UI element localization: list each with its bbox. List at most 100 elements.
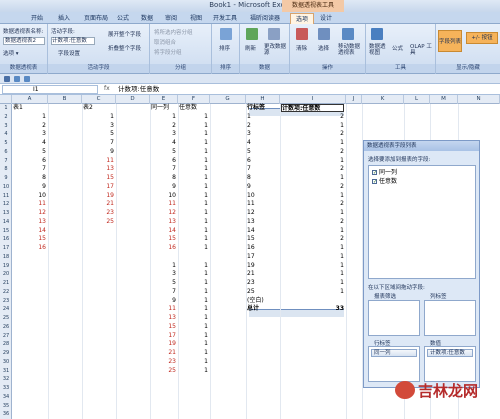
pivot-count[interactable]: 1 xyxy=(281,270,344,278)
row-header[interactable]: 36 xyxy=(0,410,12,418)
cell[interactable]: 11 xyxy=(151,305,176,313)
pivot-count[interactable]: 2 xyxy=(281,113,344,121)
value-field-pill[interactable]: 计数项:任意数 xyxy=(427,349,473,357)
formulas-button[interactable]: 公式 xyxy=(392,44,403,52)
cell[interactable]: 7 xyxy=(13,165,46,173)
pivot-value-header[interactable]: 计数项:任意数 xyxy=(281,104,344,112)
cell[interactable]: 9 xyxy=(151,183,176,191)
row-header[interactable]: 3 xyxy=(0,122,12,130)
column-header[interactable]: I xyxy=(280,95,346,104)
cell[interactable]: 1 xyxy=(179,340,208,348)
pivot-row-label[interactable]: 21 xyxy=(247,270,278,278)
cell-header[interactable]: 表2 xyxy=(83,104,114,112)
cell[interactable]: 1 xyxy=(179,367,208,375)
redo-icon[interactable] xyxy=(24,76,30,82)
tab-2[interactable]: 插入 xyxy=(52,13,76,24)
column-header[interactable]: K xyxy=(362,95,404,104)
cell[interactable]: 12 xyxy=(151,209,176,217)
cell[interactable]: 9 xyxy=(13,183,46,191)
cell[interactable]: 23 xyxy=(151,358,176,366)
cell[interactable]: 15 xyxy=(151,323,176,331)
pivot-row-label[interactable]: 16 xyxy=(247,244,278,252)
tab-1[interactable]: 开始 xyxy=(26,13,48,24)
cell[interactable]: 1 xyxy=(151,262,176,270)
row-header[interactable]: 13 xyxy=(0,209,12,217)
row-header[interactable]: 20 xyxy=(0,270,12,278)
cell[interactable]: 1 xyxy=(179,113,208,121)
cell-header[interactable]: 任意数 xyxy=(179,104,208,112)
row-field-pill[interactable]: 同一列 xyxy=(371,349,417,357)
cell[interactable]: 10 xyxy=(13,192,46,200)
pivot-row-label[interactable]: 17 xyxy=(247,253,278,261)
field-item[interactable]: ✓ 同一列 xyxy=(372,169,397,177)
group-selection-button[interactable]: 将所选内容分组 xyxy=(154,28,193,36)
active-field-input[interactable]: 计数项:任意数 xyxy=(51,37,95,45)
cell[interactable]: 15 xyxy=(83,174,114,182)
cell[interactable]: 1 xyxy=(179,209,208,217)
cell[interactable]: 1 xyxy=(179,192,208,200)
cell[interactable]: 1 xyxy=(179,358,208,366)
cell[interactable]: 13 xyxy=(83,165,114,173)
row-header[interactable]: 22 xyxy=(0,288,12,296)
expand-field-button[interactable]: 展开整个字段 xyxy=(108,30,141,38)
cell[interactable]: 1 xyxy=(179,262,208,270)
cell[interactable]: 8 xyxy=(151,174,176,182)
pivot-row-label[interactable]: 8 xyxy=(247,174,278,182)
fx-icon[interactable]: fx xyxy=(104,85,110,92)
row-header[interactable]: 17 xyxy=(0,244,12,252)
cell[interactable]: 5 xyxy=(151,148,176,156)
cell[interactable]: 4 xyxy=(151,139,176,147)
column-header[interactable]: A xyxy=(12,95,48,104)
name-box[interactable]: I1 xyxy=(2,85,98,94)
pivot-row-label[interactable]: 5 xyxy=(247,148,278,156)
pivot-count[interactable]: 1 xyxy=(281,209,344,217)
tab-9[interactable]: 福昕阅读器 xyxy=(246,13,284,24)
pivot-row-label[interactable]: 2 xyxy=(247,122,278,130)
row-header[interactable]: 14 xyxy=(0,218,12,226)
cell[interactable]: 9 xyxy=(151,297,176,305)
cell[interactable]: 10 xyxy=(151,192,176,200)
cell[interactable]: 1 xyxy=(179,174,208,182)
row-header[interactable]: 8 xyxy=(0,165,12,173)
pivot-count[interactable]: 2 xyxy=(281,130,344,138)
cell[interactable]: 1 xyxy=(179,349,208,357)
cell[interactable]: 19 xyxy=(83,192,114,200)
row-header[interactable]: 25 xyxy=(0,314,12,322)
column-header[interactable]: C xyxy=(82,95,116,104)
row-header[interactable]: 2 xyxy=(0,113,12,121)
cell[interactable]: 1 xyxy=(179,227,208,235)
pivot-row-label[interactable]: 1 xyxy=(247,113,278,121)
cell[interactable]: 12 xyxy=(13,209,46,217)
column-header[interactable]: H xyxy=(246,95,280,104)
cell[interactable]: 7 xyxy=(151,165,176,173)
tab-10[interactable]: 选项 xyxy=(290,13,314,24)
move-pivot-button[interactable]: 移动数据透视表 xyxy=(338,44,365,56)
change-source-button[interactable]: 更改数据源 xyxy=(264,44,288,56)
row-header[interactable]: 32 xyxy=(0,375,12,383)
column-header[interactable]: D xyxy=(116,95,150,104)
cell[interactable]: 2 xyxy=(151,122,176,130)
column-header[interactable]: N xyxy=(458,95,500,104)
pivot-row-label[interactable]: 3 xyxy=(247,130,278,138)
pivot-count[interactable]: 1 xyxy=(281,244,344,252)
pivot-row-label[interactable]: 13 xyxy=(247,218,278,226)
cell[interactable]: 14 xyxy=(151,227,176,235)
cell[interactable]: 1 xyxy=(83,113,114,121)
collapse-field-button[interactable]: 折叠整个字段 xyxy=(108,44,141,52)
row-header[interactable]: 16 xyxy=(0,235,12,243)
row-header[interactable]: 21 xyxy=(0,279,12,287)
pivot-chart-button[interactable]: 数据透视图 xyxy=(369,44,389,56)
pivot-row-label[interactable]: 6 xyxy=(247,157,278,165)
cell[interactable]: 1 xyxy=(179,288,208,296)
row-header[interactable]: 12 xyxy=(0,200,12,208)
sort-button[interactable]: 排序 xyxy=(219,44,230,52)
formula-input[interactable]: 计数项:任意数 xyxy=(118,84,159,95)
pivot-count[interactable]: 1 xyxy=(281,139,344,147)
column-header[interactable]: M xyxy=(430,95,458,104)
pivot-count[interactable]: 2 xyxy=(281,200,344,208)
cell[interactable]: 13 xyxy=(151,314,176,322)
pivot-count[interactable]: 1 xyxy=(281,253,344,261)
pivot-count[interactable]: 1 xyxy=(281,174,344,182)
row-header[interactable]: 5 xyxy=(0,139,12,147)
cell[interactable]: 1 xyxy=(179,305,208,313)
